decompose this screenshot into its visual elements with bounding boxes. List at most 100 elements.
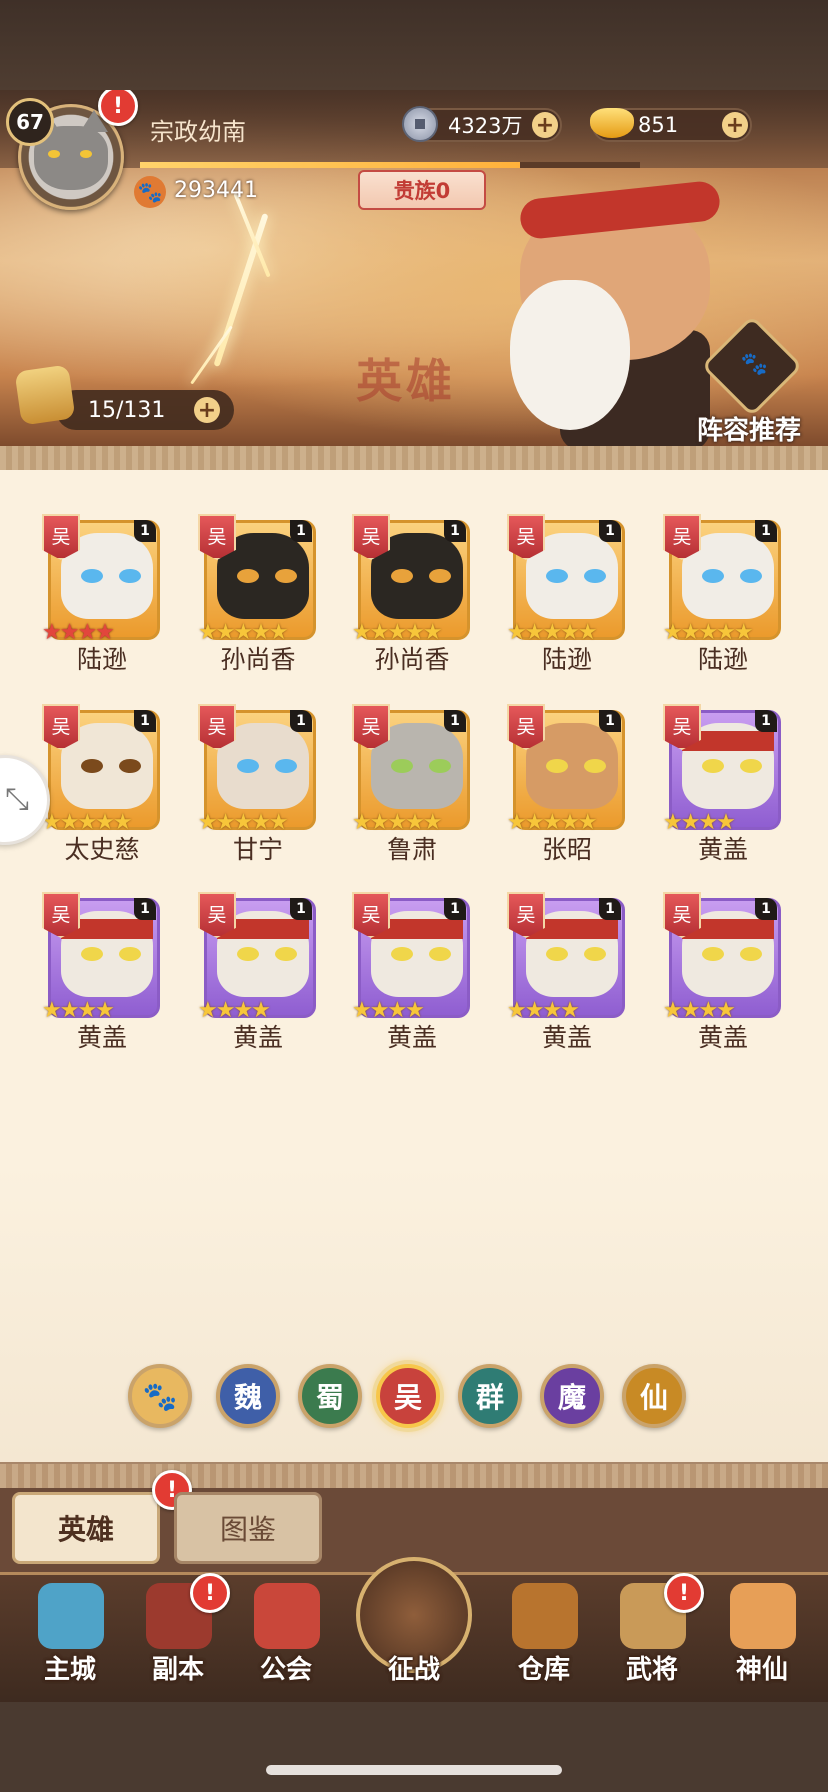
hero-level: 1 [290,520,312,542]
hero-name: 鲁肃 [386,835,437,864]
nav-icon [512,1583,578,1649]
nav-item[interactable]: 主城 [20,1573,120,1697]
hero-level: 1 [134,710,156,732]
hero-name: 陆逊 [541,645,592,674]
hero-eye [237,947,259,961]
expand-icon: ⤡ [5,782,29,817]
alert-icon: ! [190,1573,230,1613]
filter-faction-button[interactable]: 仙 [622,1364,686,1428]
hero-eye [584,569,606,583]
tab-codex[interactable]: 图鉴 [174,1492,322,1564]
coin-value: 4323万 [448,114,523,138]
hero-level: 1 [599,710,621,732]
hero-card[interactable]: 吴 1 ★★★★ 黄盖 [505,870,629,1055]
hero-eye [546,947,568,961]
hero-eye [584,947,606,961]
avatar-eye [80,150,92,158]
hero-level: 1 [444,520,466,542]
lightning-decoration [213,212,269,368]
nav-icon [38,1583,104,1649]
hero-card[interactable]: 吴 1 ★★★★ 黄盖 [196,870,320,1055]
lineup-recommend-button[interactable]: 🐾 阵容推荐 [690,315,808,446]
gold-value: 851 [638,113,679,137]
hero-eye [119,947,141,961]
hero-banner: 英雄 67 ! 宗政幼南 4323万 + 851 + 🐾 293441 贵族0 … [0,90,828,446]
hero-card[interactable]: 吴 1 ★★★★ 黄盖 [661,870,785,1055]
nav-label: 征战 [387,1655,440,1685]
add-gold-button[interactable]: + [722,112,748,138]
nav-label: 公会 [259,1655,312,1685]
hero-card[interactable]: 吴 1 ★★★★★ 甘宁 [196,682,320,867]
nav-item[interactable]: 神仙 [712,1573,812,1697]
hero-eye [740,759,762,773]
add-hero-slots-button[interactable]: + [194,397,220,423]
hero-eye [740,569,762,583]
nav-label: 仓库 [517,1655,570,1685]
hero-card[interactable]: 吴 1 ★★★★★ 张昭 [505,682,629,867]
nav-item[interactable]: 武将! [602,1573,704,1697]
hero-card[interactable]: 吴 1 ★★★★★ 鲁肃 [350,682,474,867]
hero-eye [546,759,568,773]
alert-icon: ! [664,1573,704,1613]
filter-faction-button[interactable]: 魔 [540,1364,604,1428]
hero-level: 1 [444,898,466,920]
nav-item[interactable]: 公会 [236,1573,336,1697]
hero-eye [275,569,297,583]
filter-faction-button[interactable]: 吴 [376,1364,440,1428]
hero-eye [702,947,724,961]
status-bar-area [0,0,828,90]
hero-name: 甘宁 [232,835,283,864]
hero-card[interactable]: 吴 1 ★★★★ 黄盖 [661,682,785,867]
hero-eye [237,759,259,773]
hero-name: 黄盖 [541,1023,592,1052]
hero-eye [429,759,451,773]
gold-ingot-icon [590,108,634,138]
hero-eye [391,569,413,583]
hero-card[interactable]: 吴 1 ★★★★★ 孙尚香 [196,492,320,677]
filter-faction-button[interactable]: 魏 [216,1364,280,1428]
filter-faction-button[interactable]: 群 [458,1364,522,1428]
hero-name: 张昭 [541,835,592,864]
hero-eye [81,947,103,961]
add-coins-button[interactable]: + [532,112,558,138]
nav-label: 副本 [151,1655,204,1685]
filter-all-button[interactable]: 🐾 [128,1364,192,1428]
lineup-recommend-label: 阵容推荐 [696,416,801,446]
hero-eye [429,569,451,583]
hero-eye [584,759,606,773]
xp-bar [140,162,640,168]
nav-item[interactable]: 仓库 [494,1573,594,1697]
hero-card[interactable]: 吴 1 ★★★★ 陆逊 [40,492,164,677]
paw-points-value: 293441 [174,178,258,203]
hero-eye [740,947,762,961]
hero-card[interactable]: 吴 1 ★★★★★ 陆逊 [505,492,629,677]
hero-level: 1 [755,898,777,920]
card-icon: 🐾 [701,315,803,417]
nav-label: 主城 [43,1655,96,1685]
hero-eye [119,569,141,583]
hero-eye [429,947,451,961]
nav-campaign[interactable]: 征战 [346,1545,482,1701]
hero-count-value: 15/131 [88,397,166,423]
hero-name: 黄盖 [76,1023,127,1052]
tab-heroes[interactable]: 英雄 [12,1492,160,1564]
hero-card[interactable]: 吴 1 ★★★★★ 陆逊 [661,492,785,677]
hero-level: 1 [599,520,621,542]
hero-level: 1 [134,898,156,920]
nav-item[interactable]: 副本! [128,1573,230,1697]
hero-card[interactable]: 吴 1 ★★★★★ 孙尚香 [350,492,474,677]
hero-level: 1 [599,898,621,920]
mask-icon [14,364,76,426]
nav-icon [254,1583,320,1649]
hero-card[interactable]: 吴 1 ★★★★ 黄盖 [350,870,474,1055]
hero-level: 1 [290,710,312,732]
filter-faction-button[interactable]: 蜀 [298,1364,362,1428]
divider [0,446,828,472]
hero-name: 陆逊 [697,645,748,674]
hero-card[interactable]: 吴 1 ★★★★★ 太史慈 [40,682,164,867]
noble-badge[interactable]: 贵族0 [358,170,486,210]
hero-card[interactable]: 吴 1 ★★★★ 黄盖 [40,870,164,1055]
hero-name: 黄盖 [232,1023,283,1052]
hero-level: 1 [755,520,777,542]
nav-label: 神仙 [735,1655,788,1685]
